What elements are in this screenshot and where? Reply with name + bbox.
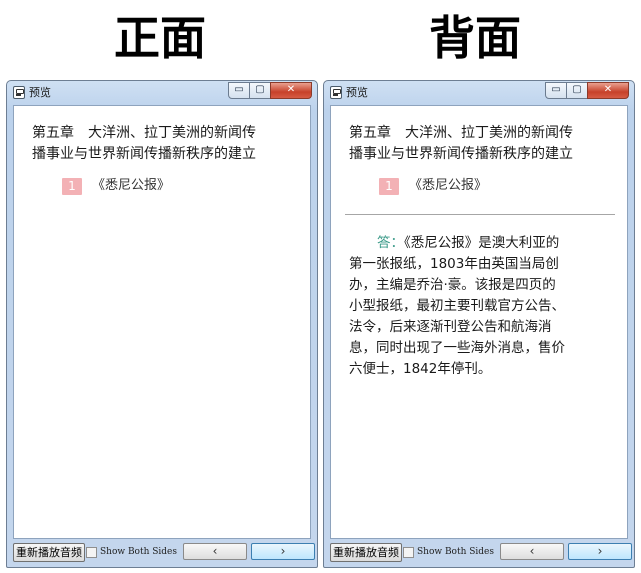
chapter-line: 第五章 大洋洲、拉丁美洲的新闻传 bbox=[349, 125, 573, 141]
replay-audio-button[interactable]: 重新播放音频 bbox=[330, 543, 402, 562]
minimize-button[interactable]: ▭ bbox=[545, 82, 567, 99]
question-line: 1 《悉尼公报》 bbox=[62, 176, 170, 196]
answer-line: 第一张报纸，1803年由英国当局创 bbox=[349, 256, 559, 272]
card-content-back: 第五章 大洋洲、拉丁美洲的新闻传 播事业与世界新闻传播新秩序的建立 1 《悉尼公报… bbox=[330, 105, 628, 539]
close-button[interactable]: ✕ bbox=[587, 82, 629, 99]
chapter-heading: 第五章 大洋洲、拉丁美洲的新闻传 播事业与世界新闻传播新秩序的建立 bbox=[349, 123, 619, 165]
question-text: 《悉尼公报》 bbox=[92, 178, 171, 193]
question-line: 1 《悉尼公报》 bbox=[379, 176, 487, 196]
answer-text: 答：《悉尼公报》是澳大利亚的 第一张报纸，1803年由英国当局创 办，主编是乔治… bbox=[349, 233, 621, 380]
show-both-sides-label: Show Both Sides bbox=[417, 547, 495, 557]
card-number-badge: 1 bbox=[379, 177, 399, 195]
chapter-line: 播事业与世界新闻传播新秩序的建立 bbox=[349, 146, 573, 162]
answer-label: 答： bbox=[377, 235, 404, 251]
preview-window-back: 预览 ▭ ▢ ✕ 第五章 大洋洲、拉丁美洲的新闻传 播事业与世界新闻传播新秩序的… bbox=[323, 80, 635, 568]
answer-line: 答：《悉尼公报》是澳大利亚的 bbox=[349, 233, 621, 254]
title-bar[interactable]: 预览 ▭ ▢ ✕ bbox=[7, 81, 317, 105]
answer-line: 六便士，1842年停刊。 bbox=[349, 361, 492, 377]
maximize-button[interactable]: ▢ bbox=[249, 82, 271, 99]
card-number-badge: 1 bbox=[62, 177, 82, 195]
card-content-front: 第五章 大洋洲、拉丁美洲的新闻传 播事业与世界新闻传播新秩序的建立 1 《悉尼公报… bbox=[13, 105, 311, 539]
next-button[interactable]: › bbox=[568, 543, 632, 560]
answer-line: 法令，后来逐渐刊登公告和航海消 bbox=[349, 319, 552, 335]
answer-line: 办，主编是乔治·豪。该报是四页的 bbox=[349, 277, 556, 293]
minimize-button[interactable]: ▭ bbox=[228, 82, 250, 99]
window-title: 预览 bbox=[29, 86, 51, 99]
show-both-sides-label: Show Both Sides bbox=[100, 547, 178, 557]
answer-divider bbox=[345, 214, 615, 215]
question-text: 《悉尼公报》 bbox=[409, 178, 488, 193]
bottom-bar: 重新播放音频 Show Both Sides ‹ › bbox=[7, 541, 317, 567]
close-button[interactable]: ✕ bbox=[270, 82, 312, 99]
app-icon bbox=[13, 86, 25, 99]
window-title: 预览 bbox=[346, 86, 368, 99]
title-bar[interactable]: 预览 ▭ ▢ ✕ bbox=[324, 81, 634, 105]
previous-button[interactable]: ‹ bbox=[500, 543, 564, 560]
replay-audio-button[interactable]: 重新播放音频 bbox=[13, 543, 85, 562]
chapter-heading: 第五章 大洋洲、拉丁美洲的新闻传 播事业与世界新闻传播新秩序的建立 bbox=[32, 123, 302, 165]
show-both-sides-checkbox[interactable] bbox=[86, 547, 97, 558]
preview-window-front: 预览 ▭ ▢ ✕ 第五章 大洋洲、拉丁美洲的新闻传 播事业与世界新闻传播新秩序的… bbox=[6, 80, 318, 568]
next-button[interactable]: › bbox=[251, 543, 315, 560]
chapter-line: 播事业与世界新闻传播新秩序的建立 bbox=[32, 146, 256, 162]
bottom-bar: 重新播放音频 Show Both Sides ‹ › bbox=[324, 541, 634, 567]
previous-button[interactable]: ‹ bbox=[183, 543, 247, 560]
answer-line: 小型报纸，最初主要刊载官方公告、 bbox=[349, 298, 565, 314]
answer-line: 息，同时出现了一些海外消息，售价 bbox=[349, 340, 565, 356]
app-icon bbox=[330, 86, 342, 99]
chapter-line: 第五章 大洋洲、拉丁美洲的新闻传 bbox=[32, 125, 256, 141]
maximize-button[interactable]: ▢ bbox=[566, 82, 588, 99]
answer-line-text: 《悉尼公报》是澳大利亚的 bbox=[404, 235, 560, 251]
front-side-label: 正面 bbox=[114, 11, 206, 65]
show-both-sides-checkbox[interactable] bbox=[403, 547, 414, 558]
back-side-label: 背面 bbox=[429, 11, 521, 65]
